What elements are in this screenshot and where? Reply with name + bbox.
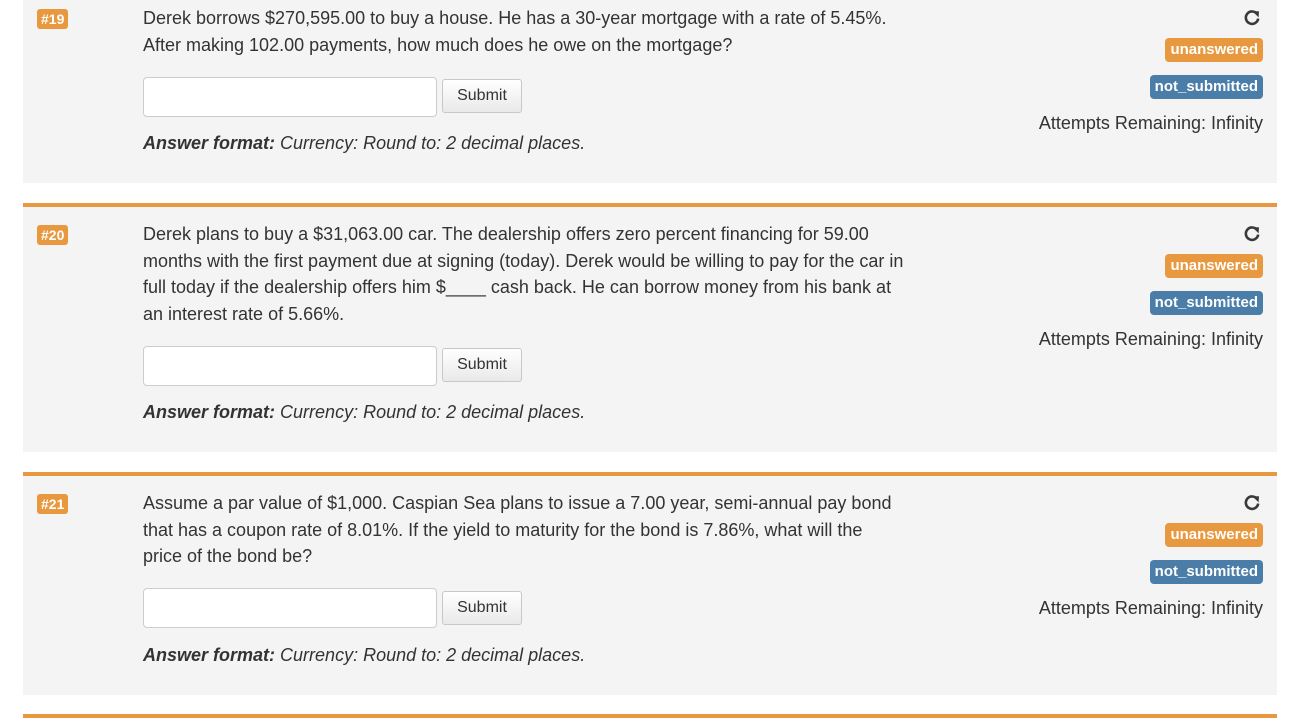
answer-format: Answer format: Currency: Round to: 2 dec… [143, 131, 585, 155]
status-badge-not-submitted: not_submitted [1149, 291, 1263, 315]
question-text-line: an interest rate of 5.66%. [143, 303, 345, 324]
submit-button[interactable]: Submit [442, 79, 522, 113]
status-badge-unanswered: unanswered [1165, 38, 1263, 62]
status-badge-not-submitted: not_submitted [1149, 560, 1263, 584]
refresh-icon[interactable] [1243, 494, 1261, 512]
status-badge-unanswered: unanswered [1165, 254, 1263, 278]
status-badge-unanswered: unanswered [1165, 523, 1263, 547]
attempts-remaining: Attempts Remaining: Infinity [1034, 327, 1263, 351]
answer-format: Answer format: Currency: Round to: 2 dec… [143, 643, 585, 667]
question-text: Assume a par value of $1,000. Caspian Se… [143, 490, 953, 570]
attempts-remaining: Attempts Remaining: Infinity [1034, 596, 1263, 620]
question-number: #20 [37, 225, 69, 245]
answer-format-label: Answer format: [143, 402, 276, 422]
answer-format: Answer format: Currency: Round to: 2 dec… [143, 400, 585, 424]
submit-button[interactable]: Submit [442, 348, 522, 382]
question-text: Derek borrows $270,595.00 to buy a house… [143, 5, 953, 58]
status-badge-not-submitted: not_submitted [1149, 75, 1263, 99]
question-card-21: #21 Assume a par value of $1,000. Caspia… [23, 472, 1277, 695]
question-number: #21 [37, 494, 69, 514]
answer-input[interactable] [143, 588, 437, 628]
answer-format-value: Currency: Round to: 2 decimal places. [280, 645, 586, 665]
question-card-19: #19 Derek borrows $270,595.00 to buy a h… [23, 0, 1277, 183]
refresh-icon[interactable] [1243, 9, 1261, 27]
attempts-value: Infinity [1210, 329, 1263, 349]
question-text-line: Derek borrows $270,595.00 to buy a house… [143, 8, 887, 28]
question-text-line: months with the first payment due at sig… [143, 250, 904, 271]
question-text-line: After making 102.00 payments, how much d… [143, 34, 733, 55]
attempts-label: Attempts Remaining: [1038, 113, 1206, 133]
next-card-top-border [23, 714, 1277, 718]
answer-input[interactable] [143, 346, 437, 386]
attempts-value: Infinity [1210, 113, 1263, 133]
answer-format-value: Currency: Round to: 2 decimal places. [280, 402, 586, 422]
answer-format-value: Currency: Round to: 2 decimal places. [280, 133, 586, 153]
attempts-label: Attempts Remaining: [1038, 598, 1206, 618]
question-text-line: Derek plans to buy a $31,063.00 car. The… [143, 224, 869, 244]
question-text-line: full today if the dealership offers him … [143, 277, 892, 297]
answer-format-label: Answer format: [143, 133, 276, 153]
answer-format-label: Answer format: [143, 645, 276, 665]
question-text-line: Assume a par value of $1,000. Caspian Se… [143, 493, 892, 513]
question-text-line: that has a coupon rate of 8.01%. If the … [143, 519, 863, 540]
attempts-value: Infinity [1210, 598, 1263, 618]
question-text: Derek plans to buy a $31,063.00 car. The… [143, 221, 953, 327]
attempts-label: Attempts Remaining: [1038, 329, 1206, 349]
question-card-20: #20 Derek plans to buy a $31,063.00 car.… [23, 203, 1277, 452]
refresh-icon[interactable] [1243, 225, 1261, 243]
submit-button[interactable]: Submit [442, 591, 522, 625]
attempts-remaining: Attempts Remaining: Infinity [1034, 111, 1263, 135]
answer-input[interactable] [143, 77, 437, 117]
question-number: #19 [37, 9, 69, 29]
question-text-line: price of the bond be? [143, 546, 313, 566]
